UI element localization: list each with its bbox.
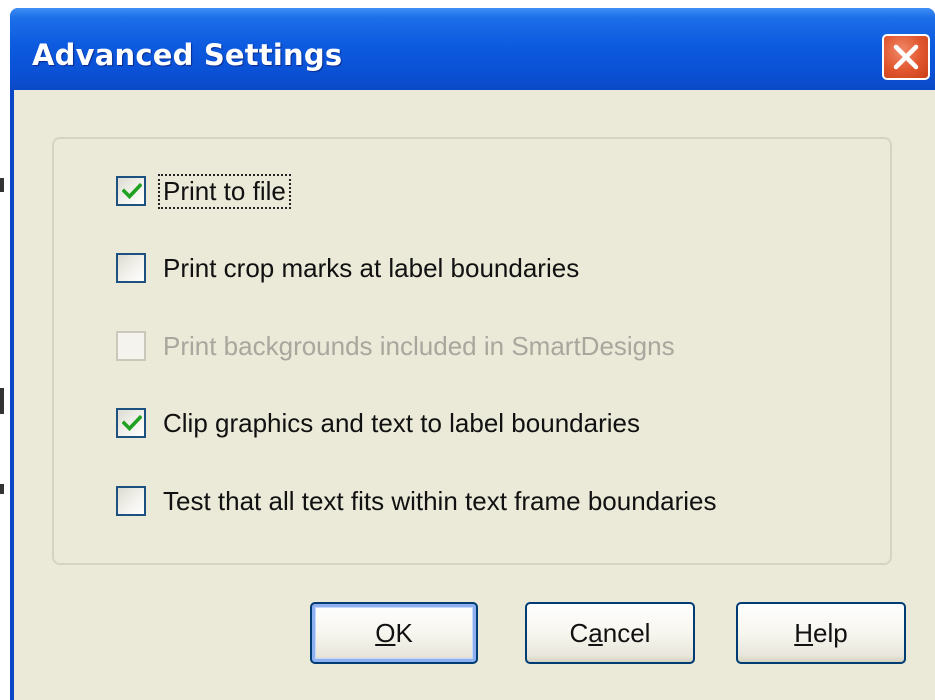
print-backgrounds-label: Print backgrounds included in SmartDesig… [163,330,675,361]
print-crop-marks-label[interactable]: Print crop marks at label boundaries [160,253,582,284]
print-backgrounds-checkbox [116,331,146,361]
close-button[interactable] [882,34,930,80]
ok-button[interactable]: OK [310,602,478,664]
option-test-text-fits[interactable]: Test that all text fits within text fram… [116,483,719,519]
option-print-backgrounds: Print backgrounds included in SmartDesig… [116,328,678,364]
help-mnemonic: H [794,617,814,648]
dialog-title: Advanced Settings [32,38,343,72]
cancel-button[interactable]: Ca ncel [525,602,695,664]
test-text-fits-label[interactable]: Test that all text fits within text fram… [160,486,719,517]
help-button[interactable]: Help [736,602,906,664]
test-text-fits-checkbox[interactable] [116,486,146,516]
cancel-mnemonic: a [588,617,603,648]
print-crop-marks-checkbox[interactable] [116,253,146,283]
cancel-label-rest: ncel [602,617,651,648]
check-mark-icon [122,183,142,200]
dialog-body: Print to file Print crop marks at label … [10,90,935,700]
help-label-rest: elp [813,617,848,648]
cancel-label-start: C [569,617,589,648]
option-print-crop-marks[interactable]: Print crop marks at label boundaries [116,250,582,286]
check-mark-icon [122,415,142,432]
option-print-to-file[interactable]: Print to file [116,173,291,209]
close-icon [893,44,919,70]
ok-label-rest: K [395,617,413,648]
print-to-file-label[interactable]: Print to file [158,173,291,209]
title-bar[interactable]: Advanced Settings [10,8,935,90]
advanced-settings-dialog: Advanced Settings Print to file Print cr… [10,8,935,700]
option-clip-graphics[interactable]: Clip graphics and text to label boundari… [116,405,643,441]
clip-graphics-label[interactable]: Clip graphics and text to label boundari… [160,408,643,439]
print-to-file-checkbox[interactable] [116,176,146,206]
clip-graphics-checkbox[interactable] [116,408,146,438]
ok-mnemonic: O [375,617,396,648]
